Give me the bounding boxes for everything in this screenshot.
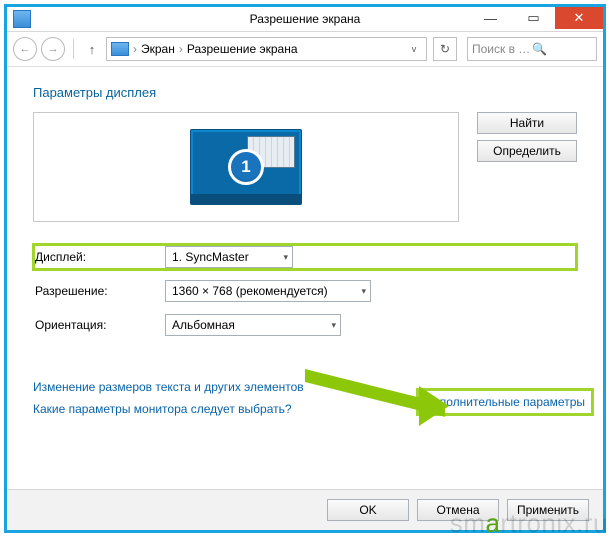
forward-button[interactable]: → xyxy=(41,37,65,61)
divider xyxy=(73,39,74,59)
chevron-right-icon: › xyxy=(133,42,137,56)
resolution-label: Разрешение: xyxy=(33,284,165,298)
breadcrumb-current[interactable]: Разрешение экрана xyxy=(187,42,298,56)
monitor-icon xyxy=(111,42,129,56)
display-value: 1. SyncMaster xyxy=(172,250,249,264)
search-placeholder: Поиск в панели у... xyxy=(472,42,532,56)
monitor-thumbnail[interactable]: 1 xyxy=(190,129,302,205)
display-preview[interactable]: 1 xyxy=(33,112,459,222)
detect-button[interactable]: Определить xyxy=(477,140,577,162)
chevron-down-icon: ▾ xyxy=(283,252,288,263)
up-button[interactable]: ↑ xyxy=(82,39,102,59)
refresh-button[interactable]: ↻ xyxy=(433,37,457,61)
find-button[interactable]: Найти xyxy=(477,112,577,134)
orientation-label: Ориентация: xyxy=(33,318,165,332)
monitor-number: 1 xyxy=(228,149,264,185)
chevron-down-icon: ▾ xyxy=(361,286,366,297)
address-bar[interactable]: › Экран › Разрешение экрана v xyxy=(106,37,427,61)
chevron-down-icon[interactable]: v xyxy=(406,44,422,54)
watermark: smartronix.ru xyxy=(450,508,608,537)
back-button[interactable]: ← xyxy=(13,37,37,61)
ok-button[interactable]: OK xyxy=(327,499,409,521)
orientation-row: Ориентация: Альбомная ▾ xyxy=(33,312,577,338)
breadcrumb-root[interactable]: Экран xyxy=(141,42,175,56)
search-icon: 🔍 xyxy=(532,42,592,56)
orientation-select[interactable]: Альбомная ▾ xyxy=(165,314,341,336)
resolution-row: Разрешение: 1360 × 768 (рекомендуется) ▾ xyxy=(33,278,577,304)
maximize-button[interactable]: ▭ xyxy=(512,7,555,29)
search-input[interactable]: Поиск в панели у... 🔍 xyxy=(467,37,597,61)
display-label: Дисплей: xyxy=(33,250,165,264)
display-row: Дисплей: 1. SyncMaster ▾ xyxy=(33,244,577,270)
taskbar-strip xyxy=(191,194,301,204)
page-heading: Параметры дисплея xyxy=(33,85,577,100)
chevron-down-icon: ▾ xyxy=(331,320,336,331)
minimize-button[interactable]: — xyxy=(469,7,512,29)
resolution-value: 1360 × 768 (рекомендуется) xyxy=(172,284,328,298)
resolution-select[interactable]: 1360 × 768 (рекомендуется) ▾ xyxy=(165,280,371,302)
advanced-settings-link[interactable]: Дополнительные параметры xyxy=(419,391,591,413)
display-select[interactable]: 1. SyncMaster ▾ xyxy=(165,246,293,268)
orientation-value: Альбомная xyxy=(172,318,235,332)
close-button[interactable]: ✕ xyxy=(555,7,603,29)
chevron-right-icon: › xyxy=(179,42,183,56)
